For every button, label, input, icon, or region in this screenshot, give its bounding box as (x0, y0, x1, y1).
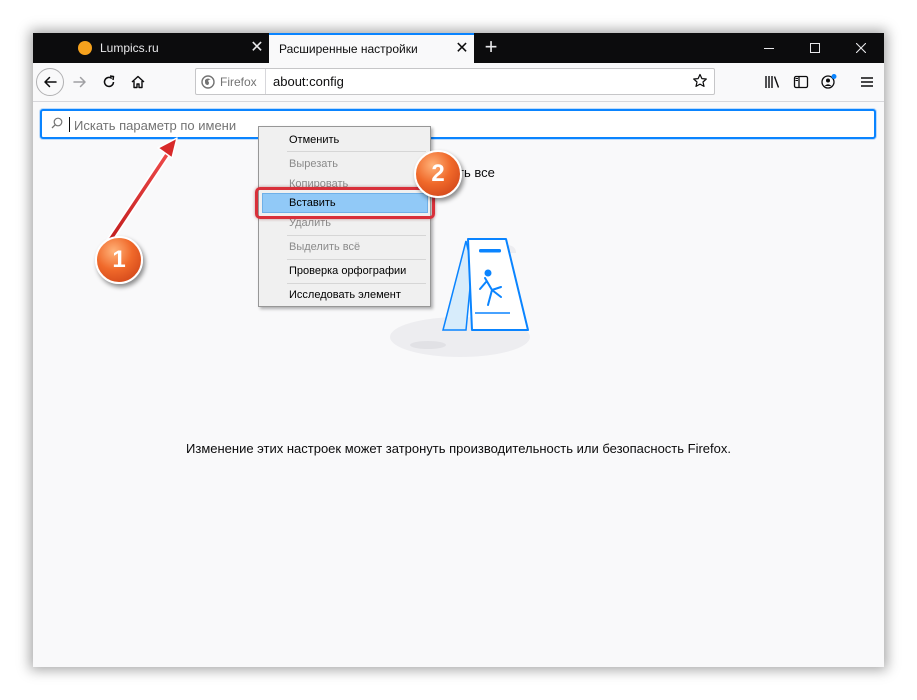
paste-highlight-frame (255, 187, 435, 219)
tab-title: Lumpics.ru (100, 41, 159, 55)
menu-item-undo[interactable]: Отменить (289, 134, 339, 146)
menu-item-inspect[interactable]: Исследовать элемент (289, 289, 401, 301)
step-badge-1: 1 (95, 236, 143, 284)
maximize-icon[interactable] (792, 33, 838, 63)
sidebar-button[interactable] (787, 68, 815, 96)
sidebar-icon (793, 75, 809, 89)
library-button[interactable] (759, 68, 787, 96)
new-tab-button[interactable]: + (479, 36, 503, 60)
url-text[interactable]: about:config (273, 69, 344, 94)
home-button[interactable] (124, 68, 152, 96)
menu-separator (287, 151, 426, 152)
menu-button[interactable] (853, 68, 881, 96)
back-button[interactable] (36, 68, 64, 96)
forward-arrow-icon (73, 76, 86, 88)
tab-title: Расширенные настройки (279, 42, 418, 56)
about-config-page: ть все Изменение этих настроек может зат… (33, 102, 884, 667)
reload-button[interactable] (95, 68, 123, 96)
firefox-logo-icon (201, 74, 215, 89)
menu-item-select-all[interactable]: Выделить всё (289, 241, 360, 253)
step-badge-2: 2 (414, 150, 462, 198)
bookmark-star-icon[interactable] (692, 73, 708, 89)
minimize-icon[interactable] (746, 33, 792, 63)
text-caret (69, 117, 70, 132)
close-window-icon[interactable] (838, 33, 884, 63)
search-box[interactable] (40, 109, 876, 139)
warning-message: Изменение этих настроек может затронуть … (186, 441, 731, 456)
browser-window: Lumpics.ru ✕ Расширенные настройки ✕ + F… (33, 33, 884, 667)
lumpics-favicon-icon (78, 41, 92, 55)
forward-button[interactable] (66, 68, 94, 96)
account-button[interactable] (815, 68, 843, 96)
tab-lumpics[interactable]: Lumpics.ru ✕ (69, 33, 269, 63)
search-icon (51, 117, 63, 129)
menu-separator (287, 283, 426, 284)
back-arrow-icon (44, 76, 57, 88)
menu-separator (287, 259, 426, 260)
show-all-button[interactable]: ть все (458, 165, 495, 180)
home-icon (131, 75, 145, 89)
hamburger-menu-icon (861, 77, 873, 87)
identity-box[interactable]: Firefox (201, 69, 266, 94)
navigation-toolbar: Firefox about:config (33, 63, 884, 102)
account-icon (821, 74, 837, 89)
search-input[interactable] (72, 113, 856, 137)
library-icon (765, 76, 780, 88)
tab-advanced-settings[interactable]: Расширенные настройки ✕ (269, 33, 474, 63)
menu-separator (287, 235, 426, 236)
reload-icon (103, 75, 115, 88)
tab-strip: Lumpics.ru ✕ Расширенные настройки ✕ + (33, 33, 884, 63)
address-bar[interactable]: Firefox about:config (195, 68, 715, 95)
close-tab-icon[interactable]: ✕ (450, 41, 474, 57)
menu-item-cut[interactable]: Вырезать (289, 158, 338, 170)
close-tab-icon[interactable]: ✕ (245, 40, 269, 56)
identity-label: Firefox (220, 74, 257, 89)
menu-item-spellcheck[interactable]: Проверка орфографии (289, 265, 406, 277)
